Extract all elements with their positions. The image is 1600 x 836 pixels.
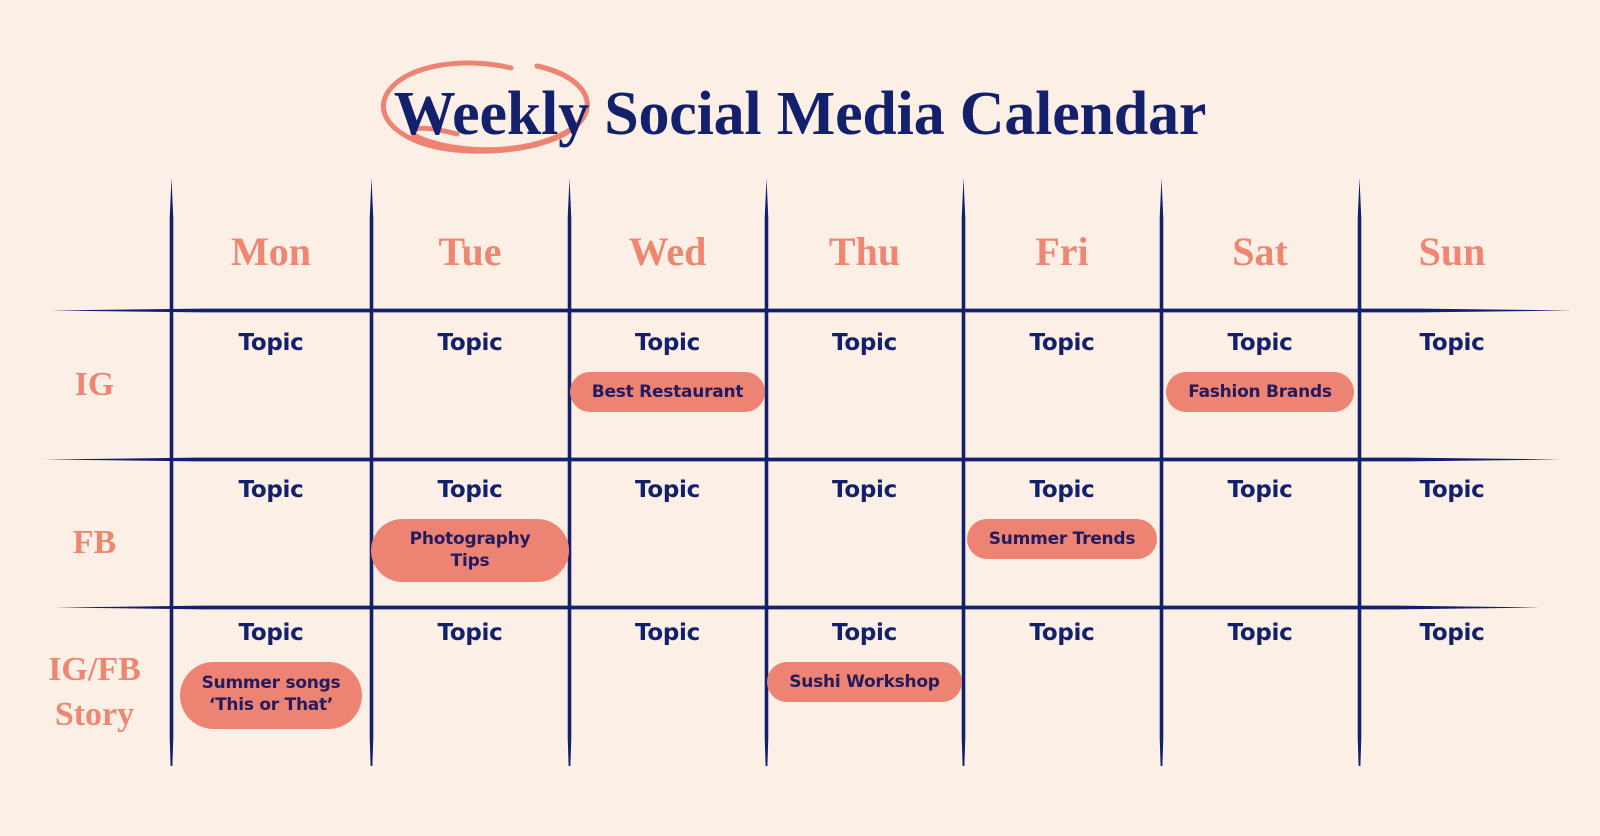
topic-label: Topic (832, 620, 897, 646)
calendar-cell[interactable]: Topic (963, 620, 1161, 646)
topic-label: Topic (238, 477, 304, 503)
calendar-cell[interactable]: Topic Summer Trends (963, 477, 1161, 560)
topic-tag-pill[interactable]: Fashion Brands (1166, 372, 1354, 413)
topic-label: Topic (238, 620, 304, 646)
calendar-cell[interactable]: Topic Best Restaurant (569, 330, 766, 413)
day-header-mon: Mon (231, 229, 311, 274)
calendar-board: Weekly Social Media Calendar Mon Tue Wed Th… (0, 0, 1600, 836)
topic-tag-pill[interactable]: Best Restaurant (569, 372, 766, 413)
topic-tag-pill[interactable]: Summer Trends (966, 519, 1158, 560)
row-label-fb: FB (72, 524, 117, 561)
topic-label: Topic (437, 330, 503, 356)
calendar-cell[interactable]: Topic Summer songs ‘This or That’ (171, 620, 371, 729)
grid-line-horizontal (44, 455, 1560, 464)
topic-label: Topic (635, 477, 700, 503)
day-header-sun: Sun (1418, 229, 1486, 274)
page-title: Weekly Social Media Calendar (393, 80, 1207, 148)
calendar-cell[interactable]: Topic (1161, 620, 1359, 646)
grid-line-horizontal (55, 603, 1540, 612)
topic-label: Topic (1227, 477, 1293, 503)
calendar-cell[interactable]: Topic (171, 477, 371, 503)
topic-label: Topic (1419, 620, 1485, 646)
calendar-cell[interactable]: Topic (766, 477, 963, 503)
day-header-fri: Fri (1035, 229, 1089, 274)
calendar-cell[interactable]: Topic (371, 330, 569, 356)
calendar-cell[interactable]: Topic (371, 620, 569, 646)
topic-label: Topic (832, 330, 897, 356)
calendar-cell[interactable]: Topic (766, 330, 963, 356)
calendar-cell[interactable]: Topic (569, 477, 766, 503)
day-header-thu: Thu (828, 229, 901, 274)
calendar-cell[interactable]: Topic (1359, 477, 1545, 503)
calendar-cell[interactable]: Topic (1359, 620, 1545, 646)
topic-label: Topic (1227, 330, 1293, 356)
calendar-cell[interactable]: Topic (963, 330, 1161, 356)
calendar-cell[interactable]: Topic (1359, 330, 1545, 356)
topic-label: Topic (1227, 620, 1293, 646)
topic-label: Topic (635, 620, 700, 646)
calendar-cell[interactable]: Topic Sushi Workshop (766, 620, 963, 703)
topic-label: Topic (1029, 477, 1095, 503)
row-label-ig: IG (74, 366, 115, 403)
page-title-area: Weekly Social Media Calendar (0, 66, 1600, 162)
day-header-wed: Wed (628, 229, 707, 274)
topic-tag-pill[interactable]: Summer songs ‘This or That’ (179, 662, 363, 729)
topic-label: Topic (1419, 477, 1485, 503)
calendar-cell[interactable]: Topic (569, 620, 766, 646)
topic-label: Topic (1029, 620, 1095, 646)
topic-label: Topic (437, 620, 503, 646)
topic-label: Topic (1029, 330, 1095, 356)
topic-label: Topic (437, 477, 503, 503)
topic-label: Topic (635, 330, 700, 356)
calendar-cell[interactable]: Topic Photography Tips (371, 477, 569, 582)
topic-tag-pill[interactable]: Sushi Workshop (767, 662, 962, 703)
topic-label: Topic (832, 477, 897, 503)
calendar-cell[interactable]: Topic Fashion Brands (1161, 330, 1359, 413)
row-label-ig-fb-story: IG/FB Story (48, 651, 141, 733)
calendar-cell[interactable]: Topic (1161, 477, 1359, 503)
day-header-tue: Tue (438, 229, 502, 274)
day-header-sat: Sat (1232, 229, 1288, 274)
grid-line-horizontal (50, 306, 1572, 315)
calendar-cell[interactable]: Topic (171, 330, 371, 356)
topic-label: Topic (1419, 330, 1485, 356)
topic-tag-pill[interactable]: Photography Tips (371, 519, 569, 582)
topic-label: Topic (238, 330, 304, 356)
